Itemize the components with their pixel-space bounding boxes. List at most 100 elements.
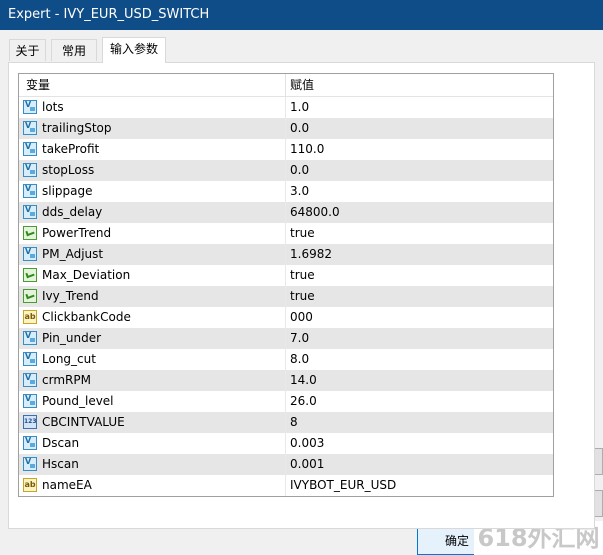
parameter-name: Ivy_Trend <box>42 289 99 303</box>
column-divider <box>285 307 286 328</box>
parameter-row[interactable]: Pound_level 26.0 <box>19 391 553 412</box>
parameters-grid: 变量 赋值 lots 1.0 trailingStop 0.0 takeProfit 11… <box>18 73 554 497</box>
variable-icon <box>23 163 37 177</box>
parameter-value[interactable]: 14.0 <box>290 370 317 391</box>
tab-label: 输入参数 <box>109 42 158 56</box>
column-divider <box>285 223 286 244</box>
variable-icon <box>23 205 37 219</box>
integer-icon: 123 <box>23 415 37 429</box>
window-title: Expert - IVY_EUR_USD_SWITCH <box>8 7 210 22</box>
column-divider <box>285 139 286 160</box>
variable-icon <box>23 457 37 471</box>
parameter-name: stopLoss <box>42 163 95 177</box>
parameter-value[interactable]: 3.0 <box>290 181 309 202</box>
parameter-value[interactable]: 0.001 <box>290 454 324 475</box>
parameter-name: Long_cut <box>42 352 96 366</box>
parameter-value[interactable]: 110.0 <box>290 139 324 160</box>
parameter-row[interactable]: crmRPM 14.0 <box>19 370 553 391</box>
tab-inputs[interactable]: 输入参数 <box>102 37 166 63</box>
boolean-icon <box>23 226 37 240</box>
grid-header: 变量 赋值 <box>19 74 553 97</box>
parameter-value[interactable]: 7.0 <box>290 328 309 349</box>
parameter-name: Pound_level <box>42 394 114 408</box>
parameter-row[interactable]: Pin_under 7.0 <box>19 328 553 349</box>
column-divider <box>285 328 286 349</box>
parameter-value[interactable]: 000 <box>290 307 313 328</box>
parameter-value[interactable]: 8.0 <box>290 349 309 370</box>
parameter-name: slippage <box>42 184 93 198</box>
parameter-row[interactable]: PowerTrend true <box>19 223 553 244</box>
variable-icon <box>23 121 37 135</box>
parameter-row[interactable]: lots 1.0 <box>19 97 553 118</box>
column-divider <box>285 286 286 307</box>
boolean-icon <box>23 289 37 303</box>
variable-icon <box>23 331 37 345</box>
parameter-name: ClickbankCode <box>42 310 131 324</box>
parameter-row[interactable]: 123 CBCINTVALUE 8 <box>19 412 553 433</box>
parameter-value[interactable]: 0.003 <box>290 433 324 454</box>
parameter-name: trailingStop <box>42 121 112 135</box>
column-divider <box>285 118 286 139</box>
parameter-value[interactable]: 1.6982 <box>290 244 332 265</box>
string-icon: ab <box>23 310 37 324</box>
tab-label: 关于 <box>15 44 40 58</box>
variable-icon <box>23 394 37 408</box>
parameter-name: Dscan <box>42 436 80 450</box>
parameter-row[interactable]: Hscan 0.001 <box>19 454 553 475</box>
variable-icon <box>23 436 37 450</box>
parameter-name: PowerTrend <box>42 226 112 240</box>
parameter-row[interactable]: ab ClickbankCode 000 <box>19 307 553 328</box>
parameter-name: dds_delay <box>42 205 103 219</box>
parameter-row[interactable]: takeProfit 110.0 <box>19 139 553 160</box>
parameter-row[interactable]: Max_Deviation true <box>19 265 553 286</box>
variable-icon <box>23 352 37 366</box>
variable-icon <box>23 100 37 114</box>
parameter-name: lots <box>42 100 64 114</box>
parameter-row[interactable]: ab nameEA IVYBOT_EUR_USD <box>19 475 553 496</box>
column-header-value[interactable]: 赋值 <box>290 74 314 96</box>
variable-icon <box>23 142 37 156</box>
parameter-value[interactable]: 0.0 <box>290 160 309 181</box>
parameter-name: PM_Adjust <box>42 247 104 261</box>
parameter-value[interactable]: true <box>290 286 315 307</box>
parameter-name: takeProfit <box>42 142 100 156</box>
column-divider <box>285 181 286 202</box>
parameter-value[interactable]: 1.0 <box>290 97 309 118</box>
ok-button-label: 确定 <box>444 534 469 548</box>
string-icon: ab <box>23 478 37 492</box>
parameter-name: nameEA <box>42 478 92 492</box>
parameter-name: Pin_under <box>42 331 102 345</box>
parameter-row[interactable]: trailingStop 0.0 <box>19 118 553 139</box>
tab-about[interactable]: 关于 <box>9 39 46 61</box>
column-divider <box>285 370 286 391</box>
boolean-icon <box>23 268 37 282</box>
parameter-name: crmRPM <box>42 373 91 387</box>
tab-common[interactable]: 常用 <box>51 39 97 61</box>
column-divider[interactable] <box>285 74 286 96</box>
parameter-value[interactable]: true <box>290 265 315 286</box>
column-divider <box>285 391 286 412</box>
parameter-row[interactable]: dds_delay 64800.0 <box>19 202 553 223</box>
parameter-value[interactable]: IVYBOT_EUR_USD <box>290 475 396 496</box>
column-header-variable[interactable]: 变量 <box>26 74 50 96</box>
parameter-name: Hscan <box>42 457 79 471</box>
parameter-row[interactable]: PM_Adjust 1.6982 <box>19 244 553 265</box>
parameter-value[interactable]: 64800.0 <box>290 202 340 223</box>
parameter-row[interactable]: stopLoss 0.0 <box>19 160 553 181</box>
column-divider <box>285 97 286 118</box>
column-divider <box>285 160 286 181</box>
parameter-value[interactable]: 0.0 <box>290 118 309 139</box>
parameter-value[interactable]: 8 <box>290 412 298 433</box>
parameter-value[interactable]: 26.0 <box>290 391 317 412</box>
tab-label: 常用 <box>61 44 86 58</box>
column-divider <box>285 475 286 496</box>
parameter-row[interactable]: slippage 3.0 <box>19 181 553 202</box>
parameter-row[interactable]: Dscan 0.003 <box>19 433 553 454</box>
parameter-name: CBCINTVALUE <box>42 415 125 429</box>
window-title-bar[interactable]: Expert - IVY_EUR_USD_SWITCH <box>0 0 603 30</box>
parameter-row[interactable]: Long_cut 8.0 <box>19 349 553 370</box>
parameter-row[interactable]: Ivy_Trend true <box>19 286 553 307</box>
parameter-value[interactable]: true <box>290 223 315 244</box>
column-divider <box>285 349 286 370</box>
column-divider <box>285 244 286 265</box>
